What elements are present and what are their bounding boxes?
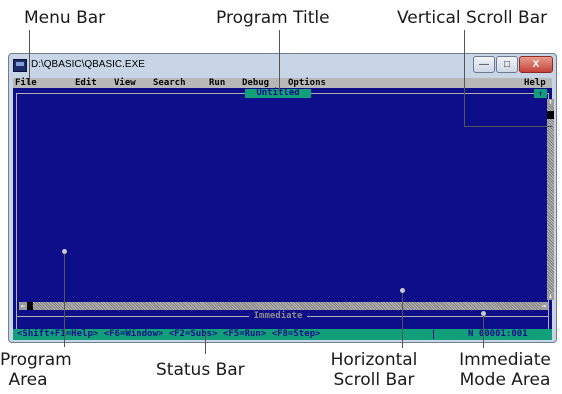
horizontal-scroll-thumb[interactable] xyxy=(27,302,33,310)
status-mode: N xyxy=(468,329,474,339)
status-position: N 00001:001 xyxy=(468,329,528,340)
scroll-left-arrow-icon[interactable]: ← xyxy=(19,302,27,310)
callout-program-title: Program Title xyxy=(216,8,330,28)
menu-help[interactable]: Help xyxy=(524,78,546,88)
leader-vertical-scroll-h xyxy=(464,126,552,127)
vertical-scroll-thumb[interactable] xyxy=(547,111,554,119)
leader-immediate-area xyxy=(483,315,484,348)
callout-menu-bar: Menu Bar xyxy=(24,8,106,28)
program-title: Untitled xyxy=(245,89,311,98)
leader-program-area xyxy=(64,253,65,347)
callout-program-area: Program Area xyxy=(0,350,72,390)
menu-view[interactable]: View xyxy=(114,78,136,88)
status-bar: <Shift+F1=Help> <F6=Window> <F2=Subs> <F… xyxy=(13,329,552,340)
callout-vertical-scroll-bar: Vertical Scroll Bar xyxy=(397,8,548,28)
vertical-scroll-bar[interactable] xyxy=(547,99,554,300)
menu-options[interactable]: Options xyxy=(288,78,326,88)
leader-horizontal-scroll xyxy=(402,292,403,348)
callout-immediate-line1: Immediate xyxy=(459,350,551,370)
callout-horizontal-scroll-bar: Horizontal Scroll Bar xyxy=(319,350,429,390)
leader-program-title xyxy=(279,30,280,92)
scroll-down-arrow-icon[interactable]: ↓ xyxy=(547,293,554,300)
dos-client-area: File Edit View Search Run Debug Options … xyxy=(13,78,554,340)
leader-dot-program-area xyxy=(62,249,67,254)
scroll-right-arrow-icon[interactable]: → xyxy=(540,302,548,310)
scroll-up-arrow-icon[interactable]: ↑ xyxy=(547,99,554,106)
window-title: D:\QBASIC\QBASIC.EXE xyxy=(31,59,145,70)
menu-search[interactable]: Search xyxy=(153,78,186,88)
callout-horizontal-line1: Horizontal xyxy=(330,350,418,370)
callout-status-bar: Status Bar xyxy=(156,360,245,380)
menu-run[interactable]: Run xyxy=(209,78,225,88)
status-divider xyxy=(433,330,434,339)
status-shortcuts: <Shift+F1=Help> <F6=Window> <F2=Subs> <F… xyxy=(17,329,321,339)
leader-vertical-scroll-v xyxy=(464,30,465,126)
minimize-icon[interactable]: — xyxy=(473,56,495,73)
menu-edit[interactable]: Edit xyxy=(75,78,97,88)
callout-horizontal-line2: Scroll Bar xyxy=(333,370,415,390)
immediate-title: Immediate xyxy=(249,311,307,321)
horizontal-scroll-bar[interactable] xyxy=(19,302,548,310)
qbasic-window: D:\QBASIC\QBASIC.EXE — □ X File Edit Vie… xyxy=(8,53,557,343)
program-maximize-icon[interactable]: ↑ xyxy=(534,89,547,98)
leader-dot-immediate-area xyxy=(481,311,486,316)
leader-dot-horizontal-scroll xyxy=(400,288,405,293)
leader-status-bar xyxy=(205,334,206,354)
leader-menu-bar xyxy=(29,30,30,84)
menu-bar: File Edit View Search Run Debug Options … xyxy=(13,78,552,88)
callout-immediate-mode-area: Immediate Mode Area xyxy=(449,350,561,390)
maximize-icon[interactable]: □ xyxy=(496,56,518,73)
callout-immediate-line2: Mode Area xyxy=(459,370,551,390)
menu-file[interactable]: File xyxy=(15,78,37,88)
callout-program-area-line2: Area xyxy=(8,370,48,390)
close-icon[interactable]: X xyxy=(519,56,553,73)
cursor-position: 00001:001 xyxy=(478,329,528,339)
menu-debug[interactable]: Debug xyxy=(242,78,269,88)
window-titlebar[interactable]: D:\QBASIC\QBASIC.EXE — □ X xyxy=(9,54,556,78)
callout-program-area-line1: Program xyxy=(0,350,72,370)
qbasic-app-icon[interactable] xyxy=(13,59,27,72)
